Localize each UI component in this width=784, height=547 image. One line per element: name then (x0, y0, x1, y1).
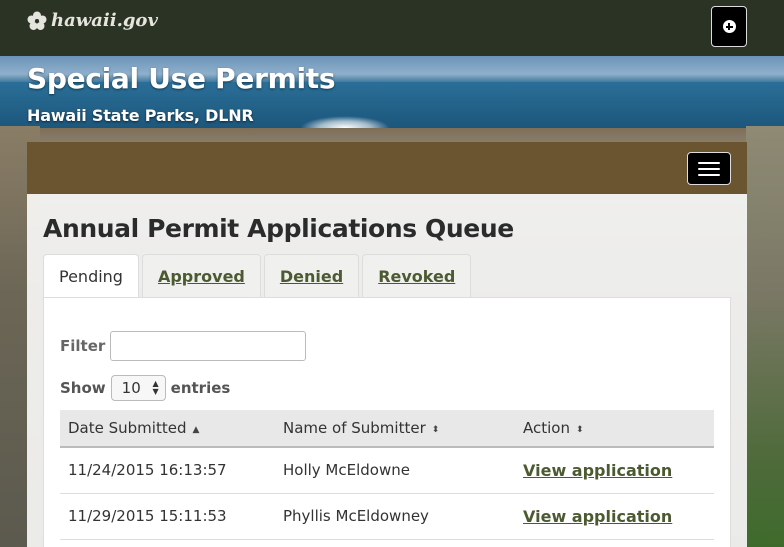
tab-content: Filter Show 10 ▲ ▼ entries Date Submitted… (43, 297, 731, 547)
sort-both-icon: ⬍ (575, 425, 584, 435)
table-row: 11/24/2015 16:13:57 Holly McEldowne View… (60, 447, 714, 494)
filter-input[interactable] (110, 331, 307, 361)
view-application-link[interactable]: View application (523, 461, 672, 480)
site-title[interactable]: Special Use Permits (27, 62, 336, 95)
hibiscus-icon (27, 11, 47, 30)
column-header-action[interactable]: Action ⬍ (515, 410, 714, 448)
tab-bar: Pending Approved Denied Revoked (43, 254, 474, 298)
tab-denied[interactable]: Denied (263, 254, 360, 298)
column-header-action-label: Action (523, 419, 570, 437)
view-application-link[interactable]: View application (523, 507, 672, 526)
main-panel: Annual Permit Applications Queue Pending… (27, 194, 747, 547)
date-cell: 11/29/2015 15:11:53 (60, 493, 275, 540)
select-arrows-icon: ▲ ▼ (152, 379, 159, 396)
rocks-right-image (746, 126, 784, 547)
main-navbar (27, 142, 747, 194)
page-length-row: Show 10 ▲ ▼ entries (60, 375, 230, 401)
sort-both-icon: ⬍ (431, 425, 440, 435)
date-cell: 11/24/2015 16:13:57 (60, 447, 275, 494)
page-length-value: 10 (121, 379, 141, 397)
plus-circle-icon (722, 20, 736, 33)
name-cell: Holly McEldowne (275, 447, 515, 494)
top-bar: hawaii.gov (0, 0, 784, 56)
tab-denied-label: Denied (279, 267, 344, 286)
plus-circle-button[interactable] (711, 6, 747, 47)
table-row: 11/29/2015 15:11:53 Phyllis McEldowney V… (60, 493, 714, 540)
sort-ascending-icon: ▲ (192, 425, 200, 435)
hamburger-menu-icon[interactable] (687, 152, 731, 185)
column-header-date[interactable]: Date Submitted ▲ (60, 410, 275, 448)
tab-approved-label: Approved (157, 267, 245, 286)
column-header-name[interactable]: Name of Submitter ⬍ (275, 410, 515, 448)
tab-pending-label: Pending (59, 267, 123, 286)
name-cell: Phyllis McEldowney (275, 493, 515, 540)
page-length-select[interactable]: 10 ▲ ▼ (110, 375, 166, 401)
filter-row: Filter (60, 331, 307, 361)
page-title: Annual Permit Applications Queue (43, 214, 514, 243)
brand-name: hawaii.gov (51, 10, 158, 31)
show-label: Show (60, 379, 106, 397)
tab-revoked-label: Revoked (378, 267, 456, 286)
tab-revoked[interactable]: Revoked (362, 254, 472, 298)
column-header-date-label: Date Submitted (68, 419, 187, 437)
applications-table: Date Submitted ▲ Name of Submitter ⬍ Actio… (60, 410, 714, 540)
entries-label: entries (170, 379, 231, 397)
tab-approved[interactable]: Approved (141, 254, 261, 298)
tab-pending[interactable]: Pending (43, 254, 139, 298)
brand-link[interactable]: hawaii.gov (27, 10, 158, 31)
column-header-name-label: Name of Submitter (283, 419, 426, 437)
action-cell: View application (515, 493, 714, 540)
filter-label: Filter (60, 337, 106, 355)
site-subtitle: Hawaii State Parks, DLNR (27, 106, 254, 125)
action-cell: View application (515, 447, 714, 494)
